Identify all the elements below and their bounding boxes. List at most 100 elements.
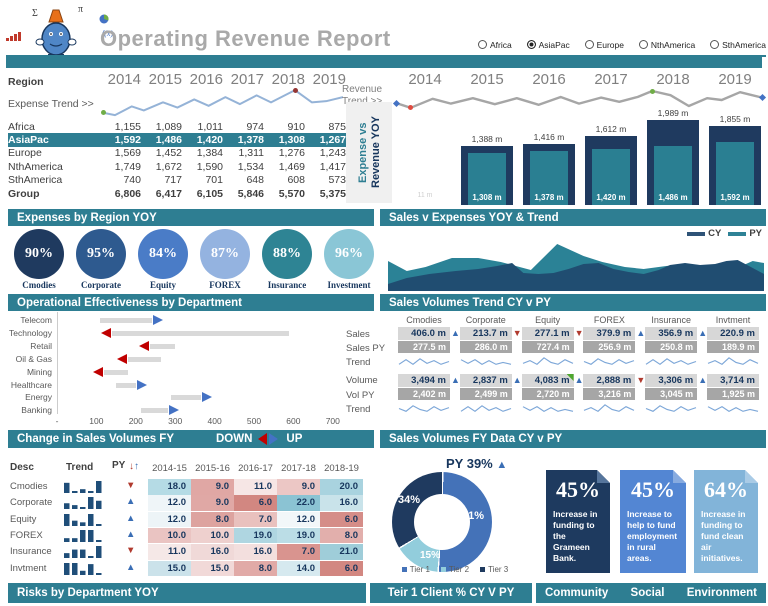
legend-swatch xyxy=(687,232,705,236)
risk-cell: 11.0 xyxy=(234,479,277,495)
vol-py-value: 2,499 m xyxy=(460,388,512,400)
up-arrow-icon: ▲ xyxy=(126,513,135,524)
cell-value: 5,375 xyxy=(305,188,346,200)
row-label-forex: FOREX xyxy=(10,530,43,541)
card-fold-icon xyxy=(673,470,686,483)
cell-value: 1,011 xyxy=(182,121,223,133)
volume-value: 3,714 m xyxy=(707,374,759,387)
row-label-trend: Trend xyxy=(346,357,370,368)
kpi-circle-label: FOREX xyxy=(194,280,256,290)
row-label-corporate: Corporate xyxy=(10,497,52,508)
py-value: PY 39% xyxy=(446,456,493,471)
svg-text:Σ: Σ xyxy=(32,8,38,19)
region-radio-africa[interactable]: Africa xyxy=(478,36,512,53)
expense-trend-label: Expense Trend >> xyxy=(8,98,94,110)
card-fold-icon xyxy=(597,470,610,483)
risk-cell: 19.0 xyxy=(234,528,277,544)
region-radio-sthamerica[interactable]: SthAmerica xyxy=(710,36,766,53)
expense-table-body: Africa1,1551,0891,011974910875AsiaPac1,5… xyxy=(8,120,346,200)
radio-unselected-icon[interactable] xyxy=(710,40,719,49)
legend-item-tier-1: Tier 1 xyxy=(402,565,430,574)
region-column-header: Region xyxy=(8,76,100,88)
kpi-card-2: 45%Increase to help to fund employment i… xyxy=(620,470,686,573)
radio-label: AsiaPac xyxy=(539,40,570,50)
row-label-sales: Sales xyxy=(346,329,370,340)
change-volumes-title: Change in Sales Volumes FY xyxy=(17,433,174,445)
region-radio-nthamerica[interactable]: NthAmerica xyxy=(639,36,695,53)
cell-value: 1,243 xyxy=(305,147,346,159)
risk-cell: 8.0 xyxy=(191,512,234,528)
up-arrow-icon: ▲ xyxy=(496,459,507,471)
radio-unselected-icon[interactable] xyxy=(585,40,594,49)
axis-tick-label: 700 xyxy=(326,416,340,426)
year-label: 2018 xyxy=(642,71,704,88)
legend-swatch xyxy=(728,232,746,236)
category-label-technology: Technology xyxy=(8,328,52,338)
risk-cell: 20.0 xyxy=(320,479,363,495)
down-arrow-icon xyxy=(139,341,149,351)
up-label: UP xyxy=(286,433,302,445)
year-column-header: 2014-15 xyxy=(148,463,191,474)
risk-cell: 10.0 xyxy=(191,528,234,544)
row-label-invtment: Invtment xyxy=(10,563,46,574)
up-arrow-icon: ▲ xyxy=(513,374,522,386)
cell-value: 1,276 xyxy=(264,147,305,159)
radio-selected-icon[interactable] xyxy=(527,40,536,49)
bar-total-label: 1,855 m xyxy=(704,114,766,124)
cell-value: 1,749 xyxy=(100,161,141,173)
radio-unselected-icon[interactable] xyxy=(639,40,648,49)
year-column-header: 2018-19 xyxy=(320,463,363,474)
category-label-banking: Banking xyxy=(8,405,52,415)
bar-group-2016: 1,416 m1,378 m xyxy=(518,116,580,205)
radio-unselected-icon[interactable] xyxy=(478,40,487,49)
sales-value: 277.1 m xyxy=(522,327,574,340)
bar-inner-label: 1,420 m xyxy=(592,193,630,202)
up-arrow-icon xyxy=(137,380,147,390)
sales-value: 406.0 m xyxy=(398,327,450,340)
risk-cell: 12.0 xyxy=(148,495,191,511)
cell-value: 5,846 xyxy=(223,188,264,200)
up-arrow-icon: ▲ xyxy=(451,327,460,339)
risk-cell: 10.0 xyxy=(148,528,191,544)
year-label: 2016 xyxy=(518,71,580,88)
risk-cell: 8.0 xyxy=(320,528,363,544)
up-arrow-icon: ▲ xyxy=(698,327,707,339)
column-header-corporate: Corporate xyxy=(460,315,512,325)
region-filter-group: Africa AsiaPac Europe NthAmerica SthAmerica xyxy=(478,36,766,57)
category-label-oil-gas: Oil & Gas xyxy=(8,354,52,364)
donut-hole xyxy=(414,494,470,550)
volume-value: 3,494 m xyxy=(398,374,450,387)
volume-trend-sparkline xyxy=(522,402,574,414)
axis-tick-label: - xyxy=(56,416,59,426)
cell-value: 1,486 xyxy=(141,134,182,146)
cell-value: 1,420 xyxy=(182,134,223,146)
trend-dot-marker xyxy=(650,89,655,94)
section-header-op-effectiveness: Operational Effectiveness by Department xyxy=(8,294,374,311)
bar-total-label: 1,989 m xyxy=(642,108,704,118)
legend-swatch xyxy=(480,567,485,572)
region-radio-asiapac[interactable]: AsiaPac xyxy=(527,36,570,53)
legend-label: Tier 2 xyxy=(449,565,469,574)
cell-value: 6,806 xyxy=(100,188,141,200)
risk-cell: 16.0 xyxy=(234,544,277,560)
sales-py-value: 256.9 m xyxy=(583,341,635,353)
row-label: NthAmerica xyxy=(8,161,100,173)
row-label: SthAmerica xyxy=(8,174,100,186)
trend-minibar-chart xyxy=(64,480,104,493)
change-bar xyxy=(128,357,161,362)
radio-label: Europe xyxy=(597,40,624,50)
volume-trend-sparkline xyxy=(645,402,697,414)
slice-label-tier-2: 15% xyxy=(420,550,440,561)
environment-label: Environment xyxy=(687,587,757,599)
cell-value: 974 xyxy=(223,121,264,133)
section-header-volumes-data: Sales Volumes FY Data CY v PY xyxy=(380,430,766,448)
table-row-nthamerica: NthAmerica1,7491,6721,5901,5341,4691,417 xyxy=(8,160,346,173)
row-label-cmodies: Cmodies xyxy=(10,481,48,492)
kpi-description: Increase in funding to fund clean air in… xyxy=(694,503,758,564)
card-fold-icon xyxy=(745,470,758,483)
column-header-cmodies: Cmodies xyxy=(398,315,450,325)
region-radio-europe[interactable]: Europe xyxy=(585,36,624,53)
row-label: AsiaPac xyxy=(8,134,100,146)
bar-inner-label: 1,592 m xyxy=(716,193,754,202)
down-label: DOWN xyxy=(216,433,252,445)
